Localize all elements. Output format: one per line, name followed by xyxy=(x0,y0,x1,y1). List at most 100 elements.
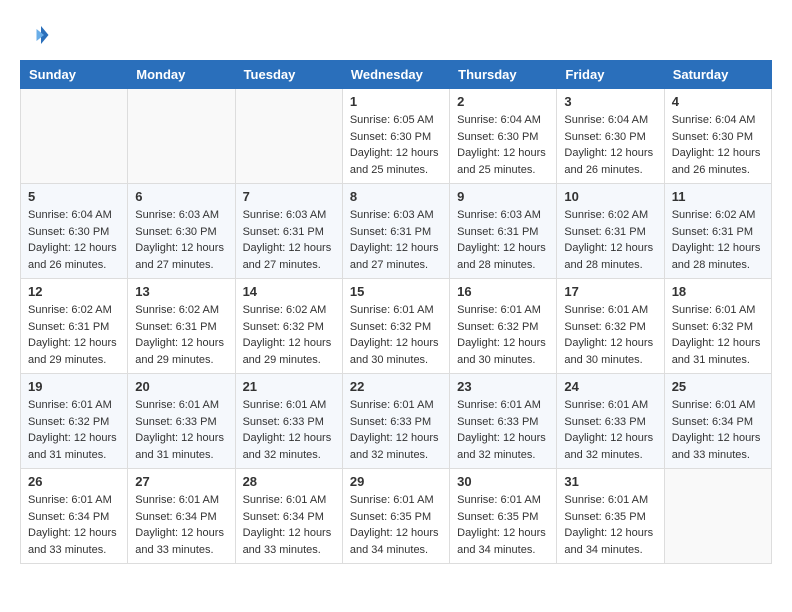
day-info: Sunrise: 6:01 AMSunset: 6:33 PMDaylight:… xyxy=(243,397,335,463)
day-info: Sunrise: 6:03 AMSunset: 6:31 PMDaylight:… xyxy=(243,207,335,273)
calendar-cell: 18Sunrise: 6:01 AMSunset: 6:32 PMDayligh… xyxy=(664,279,771,374)
day-number: 12 xyxy=(28,284,120,299)
col-header-tuesday: Tuesday xyxy=(235,61,342,89)
day-number: 23 xyxy=(457,379,549,394)
col-header-monday: Monday xyxy=(128,61,235,89)
calendar-cell: 23 Sunrise: 6:01 AMSunset: 6:33 PMDayligh… xyxy=(450,374,557,469)
calendar-cell: 1 Sunrise: 6:05 AMSunset: 6:30 PMDaylight… xyxy=(342,89,449,184)
calendar-cell: 8 Sunrise: 6:03 AMSunset: 6:31 PMDaylight… xyxy=(342,184,449,279)
day-number: 7 xyxy=(243,189,335,204)
col-header-saturday: Saturday xyxy=(664,61,771,89)
calendar-week-4: 19 Sunrise: 6:01 AMSunset: 6:32 PMDayligh… xyxy=(21,374,772,469)
day-info: Sunrise: 6:03 AMSunset: 6:31 PMDaylight:… xyxy=(350,207,442,273)
calendar-cell: 15 Sunrise: 6:01 AMSunset: 6:32 PMDayligh… xyxy=(342,279,449,374)
day-info: Sunrise: 6:02 AMSunset: 6:32 PMDaylight:… xyxy=(243,302,335,368)
calendar-cell: 27 Sunrise: 6:01 AMSunset: 6:34 PMDayligh… xyxy=(128,469,235,564)
day-info: Sunrise: 6:01 AMSunset: 6:33 PMDaylight:… xyxy=(564,397,656,463)
day-number: 4 xyxy=(672,94,764,109)
calendar-cell: 7 Sunrise: 6:03 AMSunset: 6:31 PMDaylight… xyxy=(235,184,342,279)
col-header-sunday: Sunday xyxy=(21,61,128,89)
calendar-cell: 16 Sunrise: 6:01 AMSunset: 6:32 PMDayligh… xyxy=(450,279,557,374)
day-number: 28 xyxy=(243,474,335,489)
day-number: 29 xyxy=(350,474,442,489)
day-info: Sunrise: 6:01 AMSunset: 6:32 PMDaylight:… xyxy=(28,397,120,463)
day-info: Sunrise: 6:01 AMSunset: 6:32 PMDaylight:… xyxy=(672,302,764,368)
day-number: 3 xyxy=(564,94,656,109)
calendar-cell: 11 Sunrise: 6:02 AMSunset: 6:31 PMDayligh… xyxy=(664,184,771,279)
day-number: 26 xyxy=(28,474,120,489)
logo-icon xyxy=(20,20,50,50)
day-info: Sunrise: 6:01 AMSunset: 6:33 PMDaylight:… xyxy=(135,397,227,463)
day-info: Sunrise: 6:05 AMSunset: 6:30 PMDaylight:… xyxy=(350,112,442,178)
day-info: Sunrise: 6:01 AMSunset: 6:35 PMDaylight:… xyxy=(350,492,442,558)
day-number: 9 xyxy=(457,189,549,204)
day-info: Sunrise: 6:04 AMSunset: 6:30 PMDaylight:… xyxy=(457,112,549,178)
calendar-cell: 3Sunrise: 6:04 AMSunset: 6:30 PMDaylight… xyxy=(557,89,664,184)
day-number: 24 xyxy=(564,379,656,394)
calendar-cell: 2 Sunrise: 6:04 AMSunset: 6:30 PMDaylight… xyxy=(450,89,557,184)
day-number: 1 xyxy=(350,94,442,109)
day-number: 8 xyxy=(350,189,442,204)
calendar-cell: 26Sunrise: 6:01 AMSunset: 6:34 PMDayligh… xyxy=(21,469,128,564)
day-number: 14 xyxy=(243,284,335,299)
calendar-week-3: 12 Sunrise: 6:02 AMSunset: 6:31 PMDayligh… xyxy=(21,279,772,374)
day-number: 19 xyxy=(28,379,120,394)
day-info: Sunrise: 6:01 AMSunset: 6:34 PMDaylight:… xyxy=(672,397,764,463)
day-info: Sunrise: 6:01 AMSunset: 6:32 PMDaylight:… xyxy=(350,302,442,368)
calendar-cell: 9 Sunrise: 6:03 AMSunset: 6:31 PMDaylight… xyxy=(450,184,557,279)
calendar-cell: 22Sunrise: 6:01 AMSunset: 6:33 PMDayligh… xyxy=(342,374,449,469)
day-number: 11 xyxy=(672,189,764,204)
day-info: Sunrise: 6:03 AMSunset: 6:31 PMDaylight:… xyxy=(457,207,549,273)
day-number: 16 xyxy=(457,284,549,299)
day-number: 10 xyxy=(564,189,656,204)
day-number: 2 xyxy=(457,94,549,109)
col-header-wednesday: Wednesday xyxy=(342,61,449,89)
day-number: 5 xyxy=(28,189,120,204)
calendar-cell: 29 Sunrise: 6:01 AMSunset: 6:35 PMDayligh… xyxy=(342,469,449,564)
calendar-cell: 30 Sunrise: 6:01 AMSunset: 6:35 PMDayligh… xyxy=(450,469,557,564)
day-info: Sunrise: 6:01 AMSunset: 6:32 PMDaylight:… xyxy=(457,302,549,368)
day-info: Sunrise: 6:04 AMSunset: 6:30 PMDaylight:… xyxy=(28,207,120,273)
day-number: 31 xyxy=(564,474,656,489)
day-info: Sunrise: 6:02 AMSunset: 6:31 PMDaylight:… xyxy=(28,302,120,368)
calendar-cell: 24 Sunrise: 6:01 AMSunset: 6:33 PMDayligh… xyxy=(557,374,664,469)
calendar-week-5: 26 Sunrise: 6:01 AMSunset: 6:34 PMDayligh… xyxy=(21,469,772,564)
calendar-cell: 17Sunrise: 6:01 AMSunset: 6:32 PMDayligh… xyxy=(557,279,664,374)
logo xyxy=(20,20,54,50)
day-number: 27 xyxy=(135,474,227,489)
day-number: 21 xyxy=(243,379,335,394)
day-number: 30 xyxy=(457,474,549,489)
calendar-week-1: 1 Sunrise: 6:05 AMSunset: 6:30 PMDaylight… xyxy=(21,89,772,184)
calendar-cell: 19 Sunrise: 6:01 AMSunset: 6:32 PMDayligh… xyxy=(21,374,128,469)
day-info: Sunrise: 6:02 AMSunset: 6:31 PMDaylight:… xyxy=(564,207,656,273)
calendar-cell: 6 Sunrise: 6:03 AMSunset: 6:30 PMDaylight… xyxy=(128,184,235,279)
day-info: Sunrise: 6:01 AMSunset: 6:35 PMDaylight:… xyxy=(564,492,656,558)
day-number: 20 xyxy=(135,379,227,394)
calendar-cell: 12 Sunrise: 6:02 AMSunset: 6:31 PMDayligh… xyxy=(21,279,128,374)
calendar-cell: 10 Sunrise: 6:02 AMSunset: 6:31 PMDayligh… xyxy=(557,184,664,279)
day-info: Sunrise: 6:03 AMSunset: 6:30 PMDaylight:… xyxy=(135,207,227,273)
calendar-cell: 31 Sunrise: 6:01 AMSunset: 6:35 PMDayligh… xyxy=(557,469,664,564)
col-header-friday: Friday xyxy=(557,61,664,89)
calendar-cell xyxy=(21,89,128,184)
day-info: Sunrise: 6:02 AMSunset: 6:31 PMDaylight:… xyxy=(672,207,764,273)
day-info: Sunrise: 6:04 AMSunset: 6:30 PMDaylight:… xyxy=(672,112,764,178)
day-info: Sunrise: 6:01 AMSunset: 6:35 PMDaylight:… xyxy=(457,492,549,558)
day-info: Sunrise: 6:02 AMSunset: 6:31 PMDaylight:… xyxy=(135,302,227,368)
calendar-cell: 4 Sunrise: 6:04 AMSunset: 6:30 PMDaylight… xyxy=(664,89,771,184)
day-number: 22 xyxy=(350,379,442,394)
calendar-cell: 13Sunrise: 6:02 AMSunset: 6:31 PMDayligh… xyxy=(128,279,235,374)
calendar-cell: 21 Sunrise: 6:01 AMSunset: 6:33 PMDayligh… xyxy=(235,374,342,469)
calendar-week-2: 5 Sunrise: 6:04 AMSunset: 6:30 PMDaylight… xyxy=(21,184,772,279)
day-info: Sunrise: 6:01 AMSunset: 6:34 PMDaylight:… xyxy=(135,492,227,558)
calendar: SundayMondayTuesdayWednesdayThursdayFrid… xyxy=(20,60,772,564)
calendar-cell: 25Sunrise: 6:01 AMSunset: 6:34 PMDayligh… xyxy=(664,374,771,469)
page-header xyxy=(20,20,772,50)
calendar-cell xyxy=(128,89,235,184)
calendar-cell: 14 Sunrise: 6:02 AMSunset: 6:32 PMDayligh… xyxy=(235,279,342,374)
day-number: 17 xyxy=(564,284,656,299)
day-info: Sunrise: 6:01 AMSunset: 6:33 PMDaylight:… xyxy=(457,397,549,463)
calendar-cell: 28Sunrise: 6:01 AMSunset: 6:34 PMDayligh… xyxy=(235,469,342,564)
day-number: 6 xyxy=(135,189,227,204)
day-number: 15 xyxy=(350,284,442,299)
